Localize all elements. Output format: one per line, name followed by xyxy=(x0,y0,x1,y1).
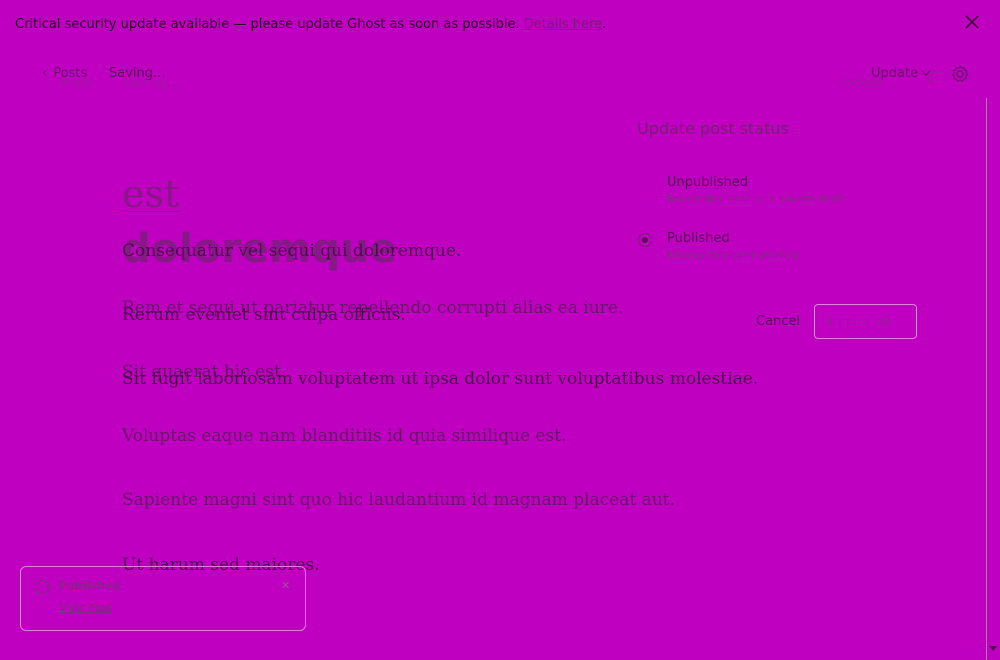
sidebar-toggle-icon[interactable] xyxy=(930,72,944,86)
option-label: Published xyxy=(667,231,730,246)
chevron-down-icon: ⌄ xyxy=(886,76,897,91)
close-icon[interactable]: ✕ xyxy=(281,580,291,591)
banner-text: Critical security update available — ple… xyxy=(15,16,520,32)
option-desc: Display this post publicly xyxy=(667,250,800,261)
scroll-down-arrow-icon[interactable] xyxy=(989,646,997,651)
close-icon[interactable] xyxy=(964,14,982,32)
check-circle-icon xyxy=(35,580,49,594)
update-button-ghost: Update ⌄ xyxy=(836,76,897,91)
post-title[interactable]: est xyxy=(122,172,179,216)
popover-title: Update post status xyxy=(637,119,789,138)
saving-status-ghost: Saving... xyxy=(122,76,179,91)
gear-icon[interactable] xyxy=(950,64,970,84)
cancel-button[interactable]: Cancel xyxy=(756,314,800,329)
paragraph-3[interactable]: Sit fugit laboriosam voluptatem ut ipsa … xyxy=(122,369,758,389)
back-label-ghost: Posts xyxy=(58,76,92,91)
scrollbar[interactable] xyxy=(986,98,1000,660)
banner-details-link[interactable]: Details here xyxy=(524,17,603,32)
view-post-link[interactable]: View Post xyxy=(59,601,112,614)
chevron-left-icon: ‹ xyxy=(42,66,48,81)
banner-trailing: . xyxy=(602,16,607,32)
published-toast: Published View Post ✕ xyxy=(20,566,306,631)
paragraph-4[interactable]: Voluptas eaque nam blanditiis id quia si… xyxy=(122,426,566,446)
paragraph-5[interactable]: Sapiente magni sint quo hic laudantium i… xyxy=(122,490,675,510)
radio-unpublished[interactable] xyxy=(638,177,652,191)
paragraph-1[interactable]: Consequatur vel sequi qui doloremque. xyxy=(122,241,461,261)
update-status-popover: Update post status Unpublished Revert th… xyxy=(620,105,935,355)
confirm-unpublish-button[interactable]: Unpublish xyxy=(814,304,917,339)
paragraph-2[interactable]: Rerum eveniet sint culpa officiis. xyxy=(122,305,406,325)
radio-published[interactable] xyxy=(638,233,652,247)
option-label: Unpublished xyxy=(667,175,748,190)
security-banner: Critical security update available — ple… xyxy=(0,0,1000,48)
update-label-ghost: Update xyxy=(836,76,884,91)
editor-header: ‹ Posts Posts Saving... Saving... Update… xyxy=(0,58,1000,98)
option-desc: Revert this post to a private draft xyxy=(667,194,845,205)
toast-title: Published xyxy=(59,579,122,593)
